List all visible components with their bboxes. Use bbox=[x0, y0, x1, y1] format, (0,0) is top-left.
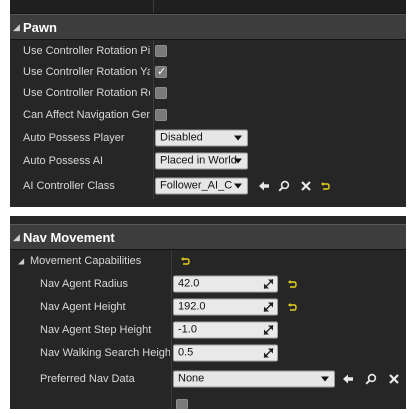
nav-movement-details-panel: ◢ Nav Movement ◢ Movement Capabilities N… bbox=[10, 216, 406, 409]
property-row-partial bbox=[10, 393, 406, 409]
nav-walking-search-height-label: Nav Walking Search Height bbox=[40, 347, 170, 359]
property-row: Auto Possess Player Disabled bbox=[10, 126, 406, 149]
ai-controller-class-dropdown[interactable]: Follower_AI_CON bbox=[155, 177, 248, 195]
drag-handle-icon[interactable] bbox=[263, 301, 274, 312]
nav-agent-radius-label: Nav Agent Radius bbox=[40, 277, 129, 290]
collapse-arrow-icon[interactable]: ◢ bbox=[13, 22, 20, 33]
property-row: Nav Walking Search Height 0.5 bbox=[10, 341, 406, 365]
nav-agent-height-input[interactable]: 192.0 bbox=[173, 298, 278, 315]
auto-possess-ai-dropdown[interactable]: Placed in World bbox=[155, 152, 248, 170]
nav-walking-search-height-value: 0.5 bbox=[178, 346, 194, 359]
chevron-down-icon bbox=[321, 376, 329, 382]
browse-magnifier-icon[interactable] bbox=[278, 180, 290, 192]
preferred-nav-data-label: Preferred Nav Data bbox=[40, 373, 135, 385]
property-row: Can Affect Navigation Generation bbox=[10, 104, 406, 126]
nav-movement-category-header[interactable]: ◢ Nav Movement bbox=[10, 224, 406, 250]
use-selected-left-arrow-icon[interactable] bbox=[258, 180, 270, 192]
chevron-down-icon bbox=[234, 183, 242, 189]
pawn-category-title: Pawn bbox=[23, 20, 57, 35]
use-selected-left-arrow-icon[interactable] bbox=[342, 373, 354, 385]
drag-handle-icon[interactable] bbox=[263, 324, 274, 335]
movement-capabilities-label: Movement Capabilities bbox=[30, 255, 142, 267]
use-controller-rotation-roll-checkbox[interactable] bbox=[155, 87, 167, 99]
auto-possess-ai-label: Auto Possess AI bbox=[23, 155, 104, 167]
property-row: Preferred Nav Data None bbox=[10, 365, 406, 393]
auto-possess-player-label: Auto Possess Player bbox=[23, 131, 125, 144]
property-row: Use Controller Rotation Yaw ✓ bbox=[10, 61, 406, 82]
property-row: Use Controller Rotation Roll bbox=[10, 82, 406, 104]
can-affect-navigation-generation-checkbox[interactable] bbox=[155, 109, 167, 121]
nav-agent-radius-value: 42.0 bbox=[178, 277, 200, 289]
nav-agent-height-label: Nav Agent Height bbox=[40, 300, 126, 313]
pawn-details-panel: ◢ Pawn Use Controller Rotation Pitch Use… bbox=[10, 0, 406, 207]
nav-agent-step-height-input[interactable]: -1.0 bbox=[173, 321, 278, 338]
use-controller-rotation-pitch-label: Use Controller Rotation Pitch bbox=[23, 44, 150, 57]
drag-handle-icon[interactable] bbox=[263, 348, 274, 359]
reset-to-default-icon[interactable] bbox=[320, 181, 330, 191]
property-row: Nav Agent Height 192.0 bbox=[10, 295, 406, 318]
reset-to-default-icon[interactable] bbox=[287, 279, 297, 289]
auto-possess-player-value: Disabled bbox=[160, 131, 203, 143]
property-row: AI Controller Class Follower_AI_CON bbox=[10, 173, 406, 199]
chevron-down-icon bbox=[234, 158, 242, 164]
ai-controller-class-label: AI Controller Class bbox=[23, 180, 115, 192]
drag-handle-icon[interactable] bbox=[263, 278, 274, 289]
chevron-down-icon bbox=[234, 135, 242, 140]
browse-magnifier-icon[interactable] bbox=[365, 373, 377, 385]
column-divider bbox=[153, 0, 154, 13]
nav-agent-step-height-value: -1.0 bbox=[178, 323, 197, 335]
checkmark-icon: ✓ bbox=[157, 65, 167, 78]
reset-to-default-icon[interactable] bbox=[287, 302, 297, 312]
auto-possess-player-dropdown[interactable]: Disabled bbox=[155, 129, 248, 146]
use-controller-rotation-yaw-checkbox[interactable]: ✓ bbox=[155, 65, 167, 78]
reset-to-default-icon[interactable] bbox=[180, 256, 190, 266]
clear-x-icon[interactable] bbox=[300, 180, 312, 192]
property-row: Nav Agent Step Height -1.0 bbox=[10, 318, 406, 341]
auto-possess-ai-value: Placed in World bbox=[160, 154, 237, 167]
collapse-arrow-icon[interactable]: ◢ bbox=[13, 232, 20, 243]
use-controller-rotation-roll-label: Use Controller Rotation Roll bbox=[23, 87, 150, 99]
nav-agent-step-height-label: Nav Agent Step Height bbox=[40, 323, 152, 336]
nav-agent-height-value: 192.0 bbox=[178, 300, 206, 312]
ai-controller-class-value: Follower_AI_CON bbox=[160, 179, 232, 192]
nav-movement-category-title: Nav Movement bbox=[23, 230, 115, 245]
expand-arrow-icon[interactable]: ◢ bbox=[18, 257, 24, 266]
pawn-category-header[interactable]: ◢ Pawn bbox=[10, 14, 406, 40]
partial-checkbox[interactable] bbox=[176, 399, 188, 409]
preferred-nav-data-dropdown[interactable]: None bbox=[173, 370, 335, 388]
use-controller-rotation-yaw-label: Use Controller Rotation Yaw bbox=[23, 65, 150, 78]
preferred-nav-data-value: None bbox=[178, 372, 205, 385]
property-row: Use Controller Rotation Pitch bbox=[10, 40, 406, 61]
nav-walking-search-height-input[interactable]: 0.5 bbox=[173, 344, 278, 362]
previous-category-edge bbox=[10, 0, 406, 14]
property-row: Nav Agent Radius 42.0 bbox=[10, 272, 406, 295]
clear-x-icon[interactable] bbox=[388, 373, 400, 385]
property-row: Auto Possess AI Placed in World bbox=[10, 149, 406, 173]
use-controller-rotation-pitch-checkbox[interactable] bbox=[155, 44, 167, 57]
nav-agent-radius-input[interactable]: 42.0 bbox=[173, 275, 278, 292]
can-affect-navigation-generation-label: Can Affect Navigation Generation bbox=[23, 109, 150, 121]
property-row: ◢ Movement Capabilities bbox=[10, 250, 406, 272]
